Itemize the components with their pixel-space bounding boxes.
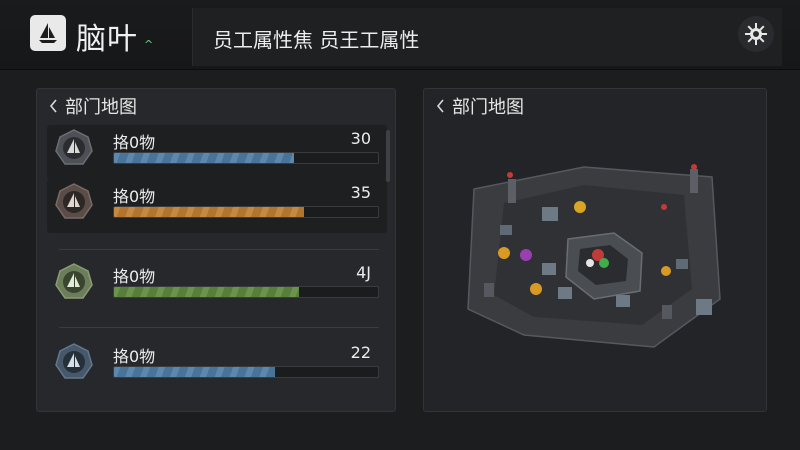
item-label: 挌0物 [113,133,156,152]
department-map-panel: 部门地图 [423,88,767,412]
sailboat-badge-icon [55,343,93,379]
list-item[interactable]: 挌0物 35 [47,179,387,233]
progress-fill [114,153,294,163]
left-panel-title: 部门地图 [65,97,137,118]
progress-fill [114,287,299,297]
right-panel-header[interactable]: 部门地图 [424,89,766,123]
department-list-panel: 部门地图 挌0物 30 挌0物 35 挌0物 4J 挌0物 22 [36,88,396,412]
progress-bar [113,366,379,378]
settings-button[interactable] [738,16,774,52]
left-panel-header[interactable]: 部门地图 [37,89,395,123]
header-panel: 员工属性焦 员王工属性 [192,8,782,66]
gear-icon [745,23,767,45]
header-title: 员工属性焦 员王工属性 [213,28,420,52]
list-item[interactable]: 挌0物 4J [47,259,387,313]
list-item[interactable]: 挌0物 30 [47,125,387,179]
department-map-image[interactable] [464,159,724,359]
top-bar: 脑叶 ^ 员工属性焦 员王工属性 [0,0,800,70]
caret-up-icon: ^ [144,38,154,51]
chevron-left-icon [436,99,444,113]
divider [59,249,379,250]
divider [59,327,379,328]
item-value: 4J [356,263,371,282]
app-title: 脑叶 [76,22,138,57]
list-scrollbar[interactable] [386,130,390,182]
progress-bar [113,152,379,164]
item-value: 35 [350,183,371,202]
progress-bar [113,286,379,298]
sailboat-icon[interactable] [30,15,66,51]
progress-fill [114,367,276,377]
item-label: 挌0物 [113,347,156,366]
right-panel-title: 部门地图 [452,97,524,118]
progress-fill [114,207,305,217]
sailboat-badge-icon [55,263,93,299]
item-label: 挌0物 [113,187,156,206]
item-label: 挌0物 [113,267,156,286]
sailboat-badge-icon [55,183,93,219]
sailboat-badge-icon [55,129,93,165]
list-item[interactable]: 挌0物 22 [47,339,387,393]
progress-bar [113,206,379,218]
item-value: 22 [350,343,371,362]
item-value: 30 [350,129,371,148]
chevron-left-icon [49,99,57,113]
